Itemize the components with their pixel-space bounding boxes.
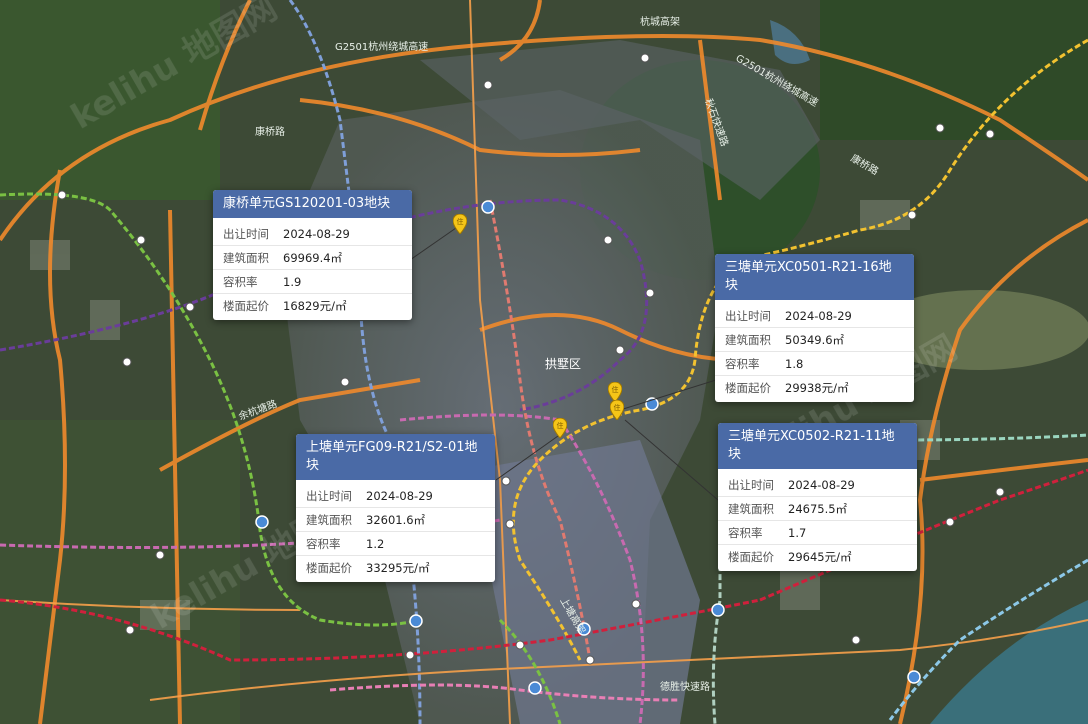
- parcel-card-title: 上塘单元FG09-R21/S2-01地块: [296, 434, 495, 480]
- road-label-1: 杭城高架: [640, 15, 680, 28]
- road-label-0: G2501杭州绕城高速: [335, 40, 428, 53]
- row-value: 1.2: [366, 536, 385, 551]
- row-value: 69969.4㎡: [283, 250, 343, 265]
- row-label: 建筑面积: [223, 250, 269, 265]
- row-label: 楼面起价: [728, 549, 774, 564]
- parcel-card[interactable]: 上塘单元FG09-R21/S2-01地块 出让时间 2024-08-29 建筑面积…: [296, 434, 495, 582]
- parcel-row-floor-area: 建筑面积 32601.6㎡: [296, 507, 495, 531]
- row-label: 建筑面积: [306, 512, 352, 527]
- row-label: 出让时间: [725, 308, 771, 323]
- row-value: 50349.6㎡: [785, 332, 845, 347]
- row-value: 1.8: [785, 356, 804, 371]
- parcel-card-title: 康桥单元GS120201-03地块: [213, 190, 412, 218]
- row-value: 2024-08-29: [785, 308, 852, 323]
- district-label: 拱墅区: [545, 357, 581, 371]
- parcel-row-start-price: 楼面起价 29938元/㎡: [715, 375, 914, 399]
- road-label-3: 康桥路: [255, 125, 285, 138]
- row-label: 容积率: [223, 274, 258, 289]
- row-label: 容积率: [306, 536, 341, 551]
- parcel-card[interactable]: 三塘单元XC0501-R21-16地块 出让时间 2024-08-29 建筑面积 5…: [715, 254, 914, 402]
- parcel-marker-1[interactable]: 住: [608, 382, 622, 402]
- row-value: 29938元/㎡: [785, 380, 849, 395]
- parcel-card[interactable]: 三塘单元XC0502-R21-11地块 出让时间 2024-08-29 建筑面积 2…: [718, 423, 917, 571]
- parcel-row-plot-ratio: 容积率 1.7: [718, 520, 917, 544]
- row-value: 1.7: [788, 525, 807, 540]
- svg-text:住: 住: [614, 403, 621, 412]
- parcel-row-floor-area: 建筑面积 24675.5㎡: [718, 496, 917, 520]
- row-label: 楼面起价: [725, 380, 771, 395]
- parcel-card[interactable]: 康桥单元GS120201-03地块 出让时间 2024-08-29 建筑面积 699…: [213, 190, 412, 320]
- parcel-row-transfer-date: 出让时间 2024-08-29: [296, 484, 495, 507]
- road-label-7: 德胜快速路: [660, 680, 710, 693]
- parcel-marker-0[interactable]: 住: [453, 214, 467, 234]
- row-value: 2024-08-29: [283, 226, 350, 241]
- parcel-row-transfer-date: 出让时间 2024-08-29: [213, 222, 412, 245]
- parcel-row-start-price: 楼面起价 16829元/㎡: [213, 293, 412, 317]
- row-value: 2024-08-29: [788, 477, 855, 492]
- parcel-marker-3[interactable]: 住: [610, 400, 624, 420]
- parcel-card-title: 三塘单元XC0501-R21-16地块: [715, 254, 914, 300]
- parcel-card-title: 三塘单元XC0502-R21-11地块: [718, 423, 917, 469]
- parcel-row-plot-ratio: 容积率 1.8: [715, 351, 914, 375]
- satellite-map[interactable]: G2501杭州绕城高速 杭城高架 G2501杭州绕城高速 康桥路 秋石快速路 康…: [0, 0, 1088, 724]
- row-label: 出让时间: [306, 488, 352, 503]
- row-value: 33295元/㎡: [366, 560, 430, 575]
- row-label: 容积率: [728, 525, 763, 540]
- parcel-row-transfer-date: 出让时间 2024-08-29: [715, 304, 914, 327]
- parcel-row-plot-ratio: 容积率 1.2: [296, 531, 495, 555]
- svg-text:住: 住: [612, 385, 619, 394]
- row-label: 建筑面积: [725, 332, 771, 347]
- row-label: 出让时间: [728, 477, 774, 492]
- parcel-row-plot-ratio: 容积率 1.9: [213, 269, 412, 293]
- parcel-row-start-price: 楼面起价 29645元/㎡: [718, 544, 917, 568]
- svg-text:住: 住: [557, 421, 564, 430]
- row-value: 29645元/㎡: [788, 549, 852, 564]
- row-value: 24675.5㎡: [788, 501, 848, 516]
- row-label: 建筑面积: [728, 501, 774, 516]
- row-label: 出让时间: [223, 226, 269, 241]
- row-value: 1.9: [283, 274, 302, 289]
- parcel-row-start-price: 楼面起价 33295元/㎡: [296, 555, 495, 579]
- parcel-row-floor-area: 建筑面积 50349.6㎡: [715, 327, 914, 351]
- row-label: 楼面起价: [306, 560, 352, 575]
- row-label: 容积率: [725, 356, 760, 371]
- row-value: 16829元/㎡: [283, 298, 347, 313]
- svg-text:住: 住: [457, 217, 464, 226]
- parcel-row-floor-area: 建筑面积 69969.4㎡: [213, 245, 412, 269]
- row-value: 32601.6㎡: [366, 512, 426, 527]
- parcel-row-transfer-date: 出让时间 2024-08-29: [718, 473, 917, 496]
- parcel-marker-2[interactable]: 住: [553, 418, 567, 438]
- row-label: 楼面起价: [223, 298, 269, 313]
- row-value: 2024-08-29: [366, 488, 433, 503]
